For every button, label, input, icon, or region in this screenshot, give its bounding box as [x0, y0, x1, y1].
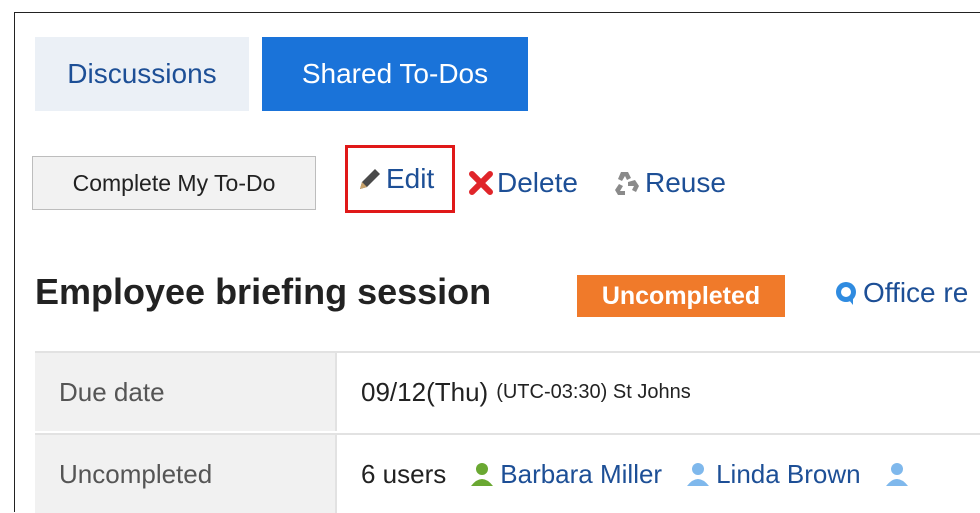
- status-badge: Uncompleted: [577, 275, 785, 317]
- due-date-row: Due date 09/12(Thu) (UTC-03:30) St Johns: [35, 351, 980, 431]
- user-icon: [468, 460, 496, 488]
- user-icon: [883, 460, 911, 488]
- due-date-label: Due date: [35, 351, 335, 431]
- category-label: Office re: [863, 277, 969, 308]
- recycle-icon: [611, 168, 643, 198]
- todo-title: Employee briefing session: [35, 271, 492, 312]
- tab-shared-todos-label: Shared To-Dos: [301, 58, 489, 89]
- user-name: Linda Brown: [716, 458, 861, 489]
- category-link[interactable]: Office re: [833, 277, 968, 309]
- tab-shared-todos[interactable]: Shared To-Dos: [262, 37, 528, 111]
- user-name: Barbara Miller: [500, 458, 663, 489]
- uncompleted-label: Uncompleted: [35, 433, 335, 513]
- complete-my-todo-label: Complete My To-Do: [72, 169, 276, 196]
- user-link-linda[interactable]: Linda Brown: [684, 459, 861, 490]
- uncompleted-count: 6 users: [361, 458, 447, 489]
- speech-bubble-icon: [833, 280, 859, 306]
- status-badge-label: Uncompleted: [601, 281, 761, 310]
- pencil-icon: [356, 165, 384, 193]
- delete-label: Delete: [497, 167, 578, 198]
- due-date-value: 09/12(Thu) (UTC-03:30) St Johns: [335, 351, 980, 431]
- app-frame: Discussions Shared To-Dos Complete My To…: [14, 12, 980, 513]
- uncompleted-value: 6 users Barbara Miller Linda Brown: [335, 433, 980, 513]
- user-link-barbara[interactable]: Barbara Miller: [468, 459, 662, 490]
- delete-link[interactable]: Delete: [467, 161, 578, 205]
- x-icon: [467, 169, 495, 197]
- tab-discussions[interactable]: Discussions: [35, 37, 249, 111]
- timezone-text: (UTC-03:30) St Johns: [496, 380, 691, 403]
- uncompleted-row: Uncompleted 6 users Barbara Miller Linda…: [35, 433, 980, 513]
- edit-label: Edit: [386, 163, 435, 194]
- reuse-label: Reuse: [645, 167, 726, 198]
- tab-discussions-label: Discussions: [67, 58, 217, 89]
- user-icon: [684, 460, 712, 488]
- edit-link[interactable]: Edit: [345, 145, 455, 213]
- due-date-text: 09/12(Thu): [361, 376, 489, 407]
- user-link-partial[interactable]: [883, 460, 911, 488]
- complete-my-todo-button[interactable]: Complete My To-Do: [32, 156, 316, 210]
- reuse-link[interactable]: Reuse: [611, 161, 726, 205]
